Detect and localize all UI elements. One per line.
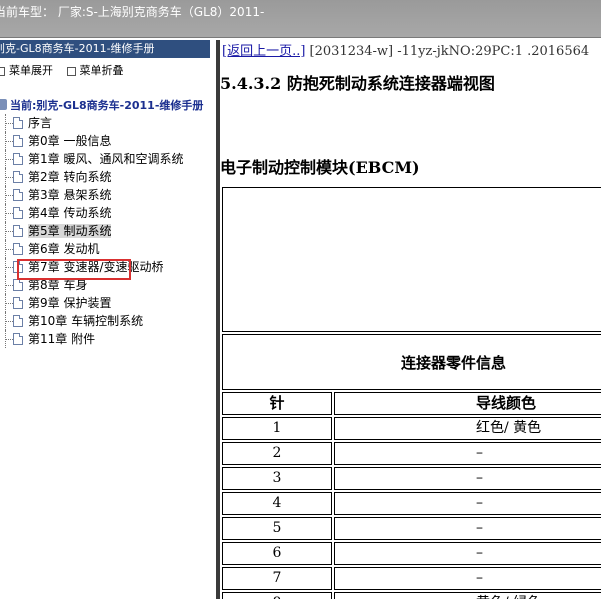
pin-cell: 2 xyxy=(222,442,332,465)
pin-cell: 1 xyxy=(222,417,332,440)
pin-cell: 3 xyxy=(222,467,332,490)
tree-item-chapter-0[interactable]: 第0章 一般信息 xyxy=(0,132,183,150)
tree-item-chapter-11[interactable]: 第11章 附件 xyxy=(0,330,183,348)
chapter-tree: 序言 第0章 一般信息 第1章 暖风、通风和空调系统 第2章 转向系统 第3章 … xyxy=(0,114,183,348)
book-icon xyxy=(0,99,7,110)
tree-item-label: 第6章 发动机 xyxy=(28,242,100,256)
tree-item-label: 第11章 附件 xyxy=(28,332,96,346)
document-icon xyxy=(13,297,23,309)
expand-icon xyxy=(0,66,5,76)
table-row: 8 黄色/ 绿色 xyxy=(222,592,601,599)
document-icon xyxy=(13,225,23,237)
wire-color-header: 导线颜色 xyxy=(334,392,601,415)
tree-item-chapter-5[interactable]: 第5章 制动系统 xyxy=(0,222,183,240)
connector-image-cell xyxy=(222,187,601,332)
wire-color-cell: – xyxy=(334,442,601,465)
parts-info-label: 连接器零件信息 xyxy=(401,354,507,372)
document-icon xyxy=(13,117,23,129)
document-icon xyxy=(13,153,23,165)
document-icon xyxy=(13,315,23,327)
tree-item-chapter-10[interactable]: 第10章 车辆控制系统 xyxy=(0,312,183,330)
expand-label: 菜单展开 xyxy=(9,64,53,77)
tree-item-label: 第9章 保护装置 xyxy=(28,296,112,310)
wire-color-cell: 红色/ 黄色 xyxy=(334,417,601,440)
tree-toolbar: 菜单展开 菜单折叠 xyxy=(0,62,134,78)
tree-item-label: 第7章 变速器/变速驱动桥 xyxy=(28,260,164,274)
pin-header: 针 xyxy=(222,392,332,415)
table-row: 3 – xyxy=(222,467,601,490)
pin-cell: 6 xyxy=(222,542,332,565)
tree-item-preface[interactable]: 序言 xyxy=(0,114,183,132)
back-link[interactable]: [返回上一页..] xyxy=(222,44,305,59)
tree-root[interactable]: 当前:别克-GL8商务车-2011-维修手册 xyxy=(0,97,203,113)
tree-item-label: 序言 xyxy=(28,116,53,130)
tree-item-chapter-3[interactable]: 第3章 悬架系统 xyxy=(0,186,183,204)
tree-root-label: 当前:别克-GL8商务车-2011-维修手册 xyxy=(10,99,204,112)
tree-item-chapter-6[interactable]: 第6章 发动机 xyxy=(0,240,183,258)
wire-color-cell: – xyxy=(334,567,601,590)
document-icon xyxy=(13,207,23,219)
table-row: 2 – xyxy=(222,442,601,465)
tree-item-label: 第3章 悬架系统 xyxy=(28,188,112,202)
title-bar: 当前车型： 厂家:S-上海别克商务车（GL8）2011- xyxy=(0,0,601,38)
wire-color-cell: – xyxy=(334,542,601,565)
table-row: 4 – xyxy=(222,492,601,515)
document-icon xyxy=(13,171,23,183)
document-icon xyxy=(13,279,23,291)
wire-color-cell: 黄色/ 绿色 xyxy=(334,592,601,599)
tree-item-label: 第4章 传动系统 xyxy=(28,206,112,220)
section-title: 5.4.3.2 防抱死制动系统连接器端视图 xyxy=(220,74,495,93)
tree-item-label: 第1章 暖风、通风和空调系统 xyxy=(28,152,184,166)
tree-item-chapter-9[interactable]: 第9章 保护装置 xyxy=(0,294,183,312)
document-icon xyxy=(13,189,23,201)
tree-item-chapter-2[interactable]: 第2章 转向系统 xyxy=(0,168,183,186)
tree-item-label: 第2章 转向系统 xyxy=(28,170,112,184)
pin-cell: 7 xyxy=(222,567,332,590)
pin-cell: 8 xyxy=(222,592,332,599)
tree-item-chapter-4[interactable]: 第4章 传动系统 xyxy=(0,204,183,222)
document-icon xyxy=(13,135,23,147)
document-nav: [返回上一页..] [2031234-w] -11yz-jkNO:29PC:1 … xyxy=(222,40,589,59)
tree-item-chapter-1[interactable]: 第1章 暖风、通风和空调系统 xyxy=(0,150,183,168)
table-header-row: 针 导线颜色 xyxy=(222,392,601,415)
tree-item-label: 第5章 制动系统 xyxy=(28,224,112,238)
wire-color-cell: – xyxy=(334,467,601,490)
tree-item-label: 第0章 一般信息 xyxy=(28,134,112,148)
wire-color-cell: – xyxy=(334,492,601,515)
collapse-icon xyxy=(66,66,76,76)
tree-item-chapter-8[interactable]: 第8章 车身 xyxy=(0,276,183,294)
vehicle-model-title: 当前车型： 厂家:S-上海别克商务车（GL8）2011- xyxy=(0,5,265,19)
document-icon xyxy=(13,261,23,273)
table-row: 1 红色/ 黄色 xyxy=(222,417,601,440)
table-row: 6 – xyxy=(222,542,601,565)
module-title: 电子制动控制模块(EBCM) xyxy=(220,158,420,177)
table-row: 7 – xyxy=(222,567,601,590)
collapse-menu-button[interactable]: 菜单折叠 xyxy=(66,62,124,78)
connector-parts-info-cell: 连接器零件信息 xyxy=(222,334,601,390)
document-icon xyxy=(13,243,23,255)
tree-item-label: 第8章 车身 xyxy=(28,278,88,292)
tree-item-label: 第10章 车辆控制系统 xyxy=(28,314,144,328)
expand-menu-button[interactable]: 菜单展开 xyxy=(0,62,53,78)
table-row: 5 – xyxy=(222,517,601,540)
pin-cell: 5 xyxy=(222,517,332,540)
document-pane: [返回上一页..] [2031234-w] -11yz-jkNO:29PC:1 … xyxy=(220,40,601,599)
navigation-pane: 别克-GL8商务车-2011-维修手册 菜单展开 菜单折叠 当前:别克-GL8商… xyxy=(0,40,216,599)
document-id-info: [2031234-w] -11yz-jkNO:29PC:1 .2016564 xyxy=(305,44,590,59)
pin-cell: 4 xyxy=(222,492,332,515)
collapse-label: 菜单折叠 xyxy=(79,64,124,77)
wire-color-cell: – xyxy=(334,517,601,540)
manual-title: 别克-GL8商务车-2011-维修手册 xyxy=(0,40,210,58)
tree-item-chapter-7[interactable]: 第7章 变速器/变速驱动桥 xyxy=(0,258,183,276)
document-icon xyxy=(13,333,23,345)
